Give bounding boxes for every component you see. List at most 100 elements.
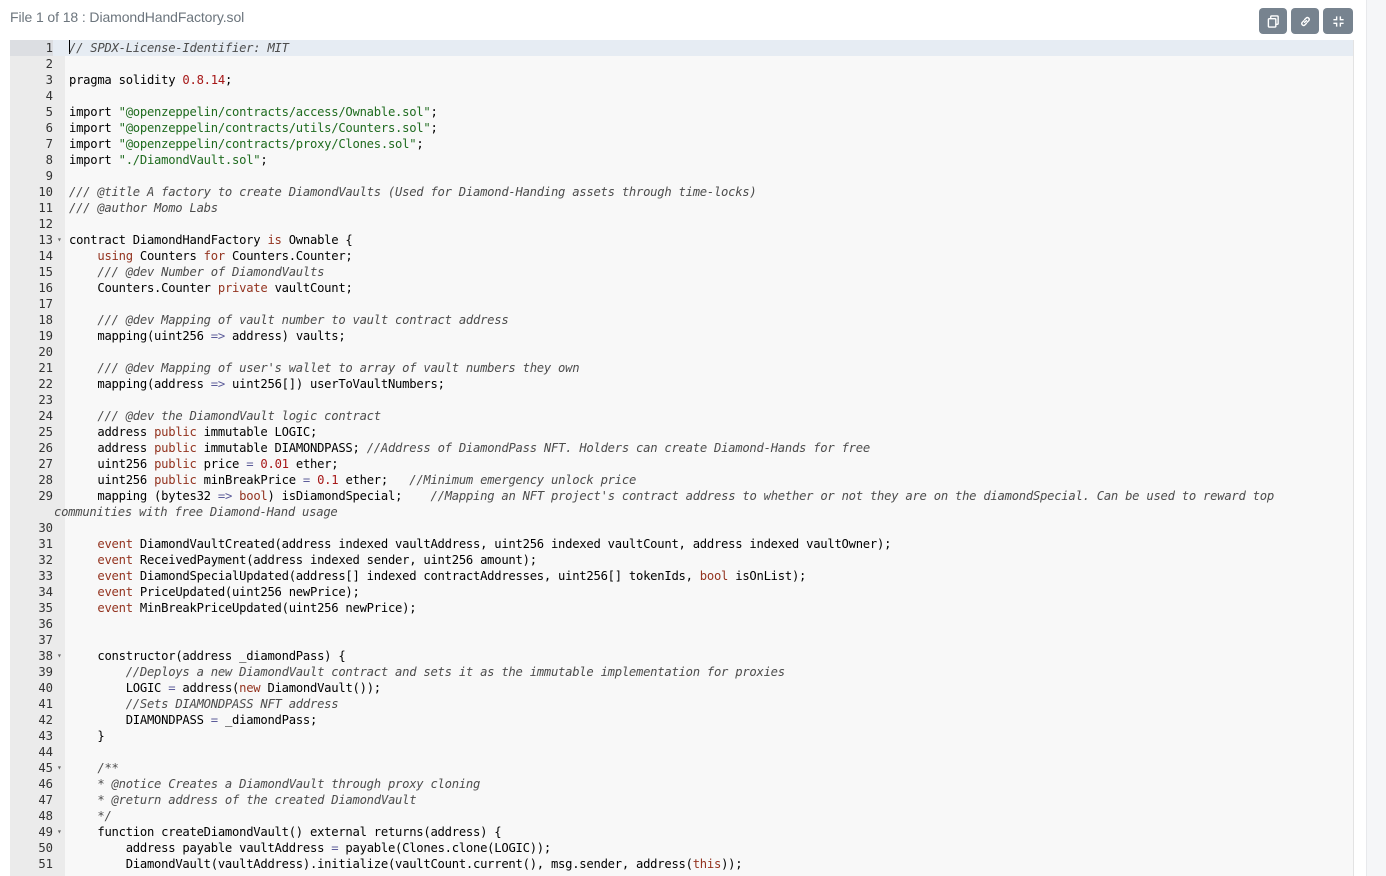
code-text: //Sets DIAMONDPASS NFT address: [53, 696, 1334, 712]
code-token: mapping(uint256: [69, 329, 211, 343]
code-token: */: [97, 809, 112, 823]
code-token: is: [267, 233, 282, 247]
line-number: 21: [38, 361, 53, 375]
code-token: public: [154, 473, 197, 487]
code-token: uint256: [69, 457, 155, 471]
line-number: 27: [38, 457, 53, 471]
code-line: 6 import "@openzeppelin/contracts/utils/C…: [10, 120, 1353, 136]
code-token: mapping(address: [69, 377, 211, 391]
line-number: 6: [45, 121, 53, 135]
code-token: =: [302, 473, 310, 487]
code-line: 50 address payable vaultAddress = payabl…: [10, 840, 1353, 856]
line-number: 31: [38, 537, 53, 551]
code-line: 7 import "@openzeppelin/contracts/proxy/C…: [10, 136, 1353, 152]
fold-toggle-icon[interactable]: ▾: [57, 648, 62, 664]
code-text: * @return address of the created Diamond…: [53, 792, 1334, 808]
link-button[interactable]: [1291, 8, 1319, 34]
code-editor[interactable]: 1// SPDX-License-Identifier: MIT 2 3 pragma…: [10, 40, 1354, 876]
code-token: bool: [239, 489, 268, 503]
line-number: 40: [38, 681, 53, 695]
code-text: //Deploys a new DiamondVault contract an…: [53, 664, 1334, 680]
code-line: 12: [10, 216, 1353, 232]
copy-button[interactable]: [1259, 8, 1287, 34]
code-token: ;: [430, 121, 438, 135]
code-text: /// @dev the DiamondVault logic contract: [53, 408, 1334, 424]
code-token: ether;: [338, 473, 410, 487]
fold-toggle-icon[interactable]: ▾: [57, 760, 62, 776]
code-text: function createDiamondVault() external r…: [53, 824, 1334, 840]
code-token: address) vaults;: [224, 329, 346, 343]
code-token: address payable vaultAddress: [69, 841, 332, 855]
line-number: 17: [38, 297, 53, 311]
code-line: 35 event MinBreakPriceUpdated(uint256 ne…: [10, 600, 1353, 616]
code-token: "./DiamondVault.sol": [118, 153, 261, 167]
code-token: Counters.Counter;: [224, 249, 353, 263]
code-line: 28 uint256 public minBreakPrice = 0.1 et…: [10, 472, 1353, 488]
code-text: LOGIC = address(new DiamondVault());: [53, 680, 1334, 696]
code-token: Ownable {: [281, 233, 353, 247]
code-text: import "@openzeppelin/contracts/access/O…: [53, 104, 1334, 120]
fold-toggle-icon[interactable]: ▾: [57, 824, 62, 840]
code-text: address payable vaultAddress = payable(C…: [53, 840, 1334, 856]
code-token: "@openzeppelin/contracts/utils/Counters.…: [118, 121, 431, 135]
code-text: event DiamondSpecialUpdated(address[] in…: [53, 568, 1334, 584]
code-text: address public immutable DIAMONDPASS; //…: [53, 440, 1334, 456]
line-number: 9: [45, 169, 53, 183]
code-line: 16 Counters.Counter private vaultCount;: [10, 280, 1353, 296]
code-toolbar: [1259, 8, 1353, 34]
code-line: 10 /// @title A factory to create Diamond…: [10, 184, 1353, 200]
fold-toggle-icon[interactable]: ▾: [57, 232, 62, 248]
code-token: this: [692, 857, 722, 871]
code-line: 9: [10, 168, 1353, 184]
code-line: 33 event DiamondSpecialUpdated(address[]…: [10, 568, 1353, 584]
code-token: import: [69, 121, 119, 135]
code-token: communities with free Diamond-Hand usage: [54, 505, 338, 519]
code-token: /// @dev Mapping of user's wallet to arr…: [97, 361, 580, 375]
wrapped-line-continuation: communities with free Diamond-Hand usage: [54, 504, 1334, 520]
code-token: ReceivedPayment(address indexed sender, …: [132, 553, 537, 567]
code-token: * @notice Creates a DiamondVault through…: [97, 777, 481, 791]
line-number: 46: [38, 777, 53, 791]
line-number: 1: [10, 40, 53, 56]
code-token: Counters: [132, 249, 204, 263]
code-text: /// @title A factory to create DiamondVa…: [53, 184, 1334, 200]
code-line: 22 mapping(address => uint256[]) userToV…: [10, 376, 1353, 392]
code-text: /// @dev Mapping of vault number to vaul…: [53, 312, 1334, 328]
code-token: ) isDiamondSpecial;: [267, 489, 431, 503]
code-line: 36: [10, 616, 1353, 632]
code-text: mapping (bytes32 => bool) isDiamondSpeci…: [53, 488, 1334, 520]
line-number: 41: [38, 697, 53, 711]
code-token: LOGIC: [69, 681, 169, 695]
code-line: 27 uint256 public price = 0.01 ether;: [10, 456, 1353, 472]
line-number: 42: [38, 713, 53, 727]
code-token: /// @dev Number of DiamondVaults: [97, 265, 325, 279]
code-text: }: [53, 728, 1334, 744]
code-token: MinBreakPriceUpdated(uint256 newPrice);: [132, 601, 417, 615]
collapse-button[interactable]: [1323, 8, 1353, 34]
code-line: 19 mapping(uint256 => address) vaults;: [10, 328, 1353, 344]
code-token: payable(Clones.clone(LOGIC));: [338, 841, 551, 855]
code-line: 11 /// @author Momo Labs: [10, 200, 1353, 216]
line-number: 7: [45, 137, 53, 151]
code-text: DIAMONDPASS = _diamondPass;: [53, 712, 1334, 728]
code-token: ether;: [288, 457, 339, 471]
line-number: 45: [38, 761, 53, 775]
code-text: import "@openzeppelin/contracts/utils/Co…: [53, 120, 1334, 136]
line-number: 23: [38, 393, 53, 407]
line-number: 43: [38, 729, 53, 743]
code-token: bool: [699, 569, 729, 583]
code-token: * @return address of the created Diamond…: [97, 793, 417, 807]
code-line: 8 import "./DiamondVault.sol";: [10, 152, 1353, 168]
code-token: import: [69, 137, 119, 151]
code-token: 0.8.14: [182, 73, 225, 87]
code-token: /// @dev Mapping of vault number to vaul…: [97, 313, 509, 327]
